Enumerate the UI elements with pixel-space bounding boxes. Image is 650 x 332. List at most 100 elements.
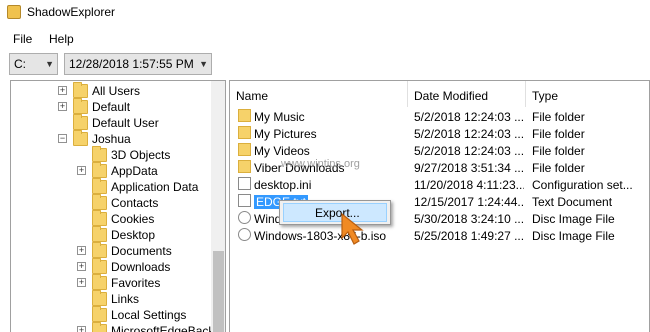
folder-icon <box>92 290 107 306</box>
folder-tree[interactable]: + All Users + Default Default User − Jos… <box>10 80 226 332</box>
file-type: File folder <box>532 144 585 158</box>
tree-item-local-settings[interactable]: Local Settings <box>11 306 211 323</box>
tree-item-contacts[interactable]: Contacts <box>11 194 211 211</box>
tree-item-label: Contacts <box>111 196 159 210</box>
expand-icon[interactable]: + <box>77 326 86 332</box>
menu-bar: File Help <box>0 28 650 50</box>
tree-item-label: Default <box>92 100 131 114</box>
folder-icon <box>238 160 251 173</box>
expand-icon[interactable]: + <box>58 102 67 111</box>
column-header-label: Type <box>532 89 559 103</box>
folder-icon <box>238 143 251 156</box>
folder-icon <box>92 194 107 210</box>
column-header-label: Date Modified <box>414 89 489 103</box>
folder-icon <box>92 146 107 162</box>
tree-item-downloads[interactable]: + Downloads <box>11 258 211 275</box>
drive-select-value: C: <box>14 57 26 71</box>
tree-item-links[interactable]: Links <box>11 290 211 307</box>
tree-item-label: Desktop <box>111 228 156 242</box>
folder-icon <box>92 322 107 332</box>
file-type: File folder <box>532 127 585 141</box>
disc-image-icon <box>238 211 251 224</box>
table-row[interactable]: My Videos 5/2/2018 12:24:03 ... File fol… <box>230 142 649 159</box>
file-type: Disc Image File <box>532 229 615 243</box>
table-row[interactable]: Windows-1803-x86-b.iso 5/25/2018 1:49:27… <box>230 227 649 244</box>
expand-icon[interactable]: + <box>77 262 86 271</box>
folder-icon <box>238 126 251 139</box>
tree-item-label: Links <box>111 292 140 306</box>
snapshot-select[interactable]: 12/28/2018 1:57:55 PM ▼ <box>64 53 212 75</box>
file-date: 5/25/2018 1:49:27 ... <box>414 229 524 243</box>
drive-select[interactable]: C: ▼ <box>9 53 58 75</box>
tree-item-default[interactable]: + Default <box>11 98 211 115</box>
column-header-label: Name <box>236 89 269 103</box>
expand-icon[interactable]: + <box>77 246 86 255</box>
tree-item-label: Documents <box>111 244 172 258</box>
tree-item-label: AppData <box>111 164 158 178</box>
tree-item-joshua[interactable]: − Joshua <box>11 130 211 147</box>
tree-item-favorites[interactable]: + Favorites <box>11 274 211 291</box>
tree-item-label: MicrosoftEdgeBacku <box>111 324 222 332</box>
table-row[interactable]: My Pictures 5/2/2018 12:24:03 ... File f… <box>230 125 649 142</box>
table-row[interactable]: desktop.ini 11/20/2018 4:11:23... Config… <box>230 176 649 193</box>
menu-help[interactable]: Help <box>49 32 74 46</box>
snapshot-select-value: 12/28/2018 1:57:55 PM <box>69 57 194 71</box>
file-name: My Videos <box>254 144 310 158</box>
tree-item-application-data[interactable]: Application Data <box>11 178 211 195</box>
context-menu-export[interactable]: Export... <box>283 203 387 222</box>
file-name: My Music <box>254 110 305 124</box>
tree-item-label: Downloads <box>111 260 171 274</box>
folder-icon <box>92 210 107 226</box>
tree-item-all-users[interactable]: + All Users <box>11 82 211 99</box>
folder-icon <box>92 242 107 258</box>
file-date: 11/20/2018 4:11:23... <box>414 178 524 192</box>
disc-image-icon <box>238 228 251 241</box>
folder-icon <box>73 130 88 146</box>
scrollbar-thumb[interactable] <box>213 251 224 332</box>
collapse-icon[interactable]: − <box>58 134 67 143</box>
chevron-down-icon: ▼ <box>199 59 208 69</box>
tree-item-label: 3D Objects <box>111 148 171 162</box>
column-header-date[interactable]: Date Modified <box>408 81 526 107</box>
window-title: ShadowExplorer <box>27 5 116 19</box>
file-name: My Pictures <box>254 127 317 141</box>
file-type: Text Document <box>532 195 613 209</box>
table-row[interactable]: My Music 5/2/2018 12:24:03 ... File fold… <box>230 108 649 125</box>
tree-item-label: Cookies <box>111 212 155 226</box>
folder-icon <box>92 274 107 290</box>
column-header-type[interactable]: Type <box>526 81 649 107</box>
column-header-name[interactable]: Name <box>230 81 408 107</box>
file-date: 9/27/2018 3:51:34 ... <box>414 161 524 175</box>
folder-icon <box>92 258 107 274</box>
file-icon <box>238 177 251 190</box>
title-bar: ShadowExplorer <box>0 0 650 27</box>
file-date: 12/15/2017 1:24:44... <box>414 195 524 209</box>
file-type: File folder <box>532 161 585 175</box>
toolbar: C: ▼ 12/28/2018 1:57:55 PM ▼ <box>0 52 650 78</box>
expand-icon[interactable]: + <box>58 86 67 95</box>
tree-item-3d-objects[interactable]: 3D Objects <box>11 146 211 163</box>
file-type: Disc Image File <box>532 212 615 226</box>
expand-icon[interactable]: + <box>77 166 86 175</box>
folder-icon <box>238 109 251 122</box>
folder-icon <box>92 162 107 178</box>
file-type: File folder <box>532 110 585 124</box>
tree-item-documents[interactable]: + Documents <box>11 242 211 259</box>
expand-icon[interactable]: + <box>77 278 86 287</box>
file-date: 5/2/2018 12:24:03 ... <box>414 144 524 158</box>
tree-item-default-user[interactable]: Default User <box>11 114 211 131</box>
menu-file[interactable]: File <box>13 32 32 46</box>
tree-scrollbar[interactable] <box>211 81 225 332</box>
folder-icon <box>92 178 107 194</box>
tree-item-appdata[interactable]: + AppData <box>11 162 211 179</box>
tree-item-label: Default User <box>92 116 159 130</box>
folder-icon <box>92 226 107 242</box>
file-date: 5/2/2018 12:24:03 ... <box>414 110 524 124</box>
folder-icon <box>73 82 88 98</box>
tree-item-microsoftedgebackups[interactable]: + MicrosoftEdgeBacku <box>11 322 221 332</box>
file-name: desktop.ini <box>254 178 312 192</box>
folder-icon <box>73 98 88 114</box>
file-type: Configuration set... <box>532 178 633 192</box>
tree-item-cookies[interactable]: Cookies <box>11 210 211 227</box>
tree-item-desktop[interactable]: Desktop <box>11 226 211 243</box>
